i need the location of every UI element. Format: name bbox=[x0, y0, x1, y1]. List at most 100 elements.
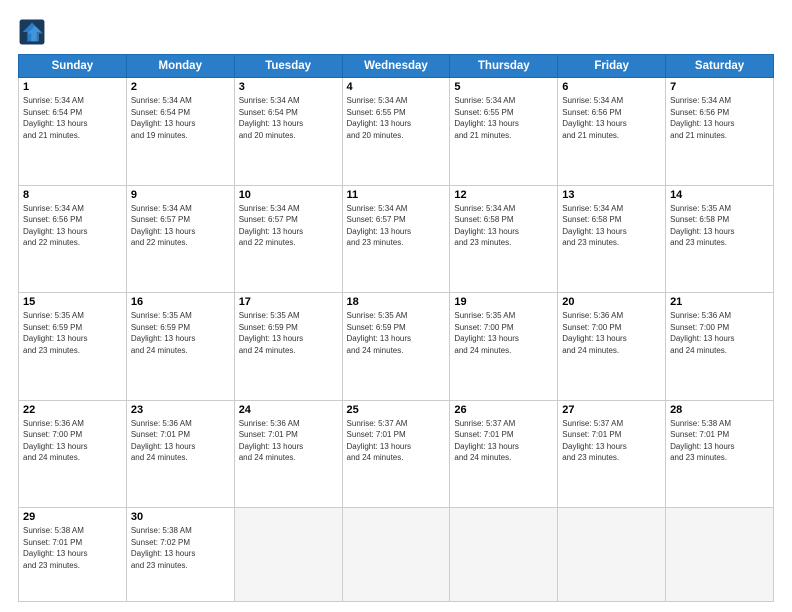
general-blue-logo-icon bbox=[18, 18, 46, 46]
day-info: Sunrise: 5:36 AMSunset: 7:00 PMDaylight:… bbox=[670, 310, 769, 356]
day-info: Sunrise: 5:34 AMSunset: 6:55 PMDaylight:… bbox=[347, 95, 446, 141]
day-info: Sunrise: 5:35 AMSunset: 6:59 PMDaylight:… bbox=[239, 310, 338, 356]
day-number: 1 bbox=[23, 81, 122, 93]
day-of-week-header: Sunday bbox=[19, 55, 127, 78]
calendar-cell: 21 Sunrise: 5:36 AMSunset: 7:00 PMDayligh… bbox=[666, 293, 774, 401]
day-info: Sunrise: 5:34 AMSunset: 6:57 PMDaylight:… bbox=[131, 203, 230, 249]
day-number: 30 bbox=[131, 511, 230, 523]
day-number: 4 bbox=[347, 81, 446, 93]
calendar-cell: 22 Sunrise: 5:36 AMSunset: 7:00 PMDayligh… bbox=[19, 400, 127, 508]
calendar-cell bbox=[666, 508, 774, 602]
day-number: 29 bbox=[23, 511, 122, 523]
day-number: 22 bbox=[23, 404, 122, 416]
day-info: Sunrise: 5:36 AMSunset: 7:00 PMDaylight:… bbox=[23, 418, 122, 464]
calendar-cell: 16 Sunrise: 5:35 AMSunset: 6:59 PMDayligh… bbox=[126, 293, 234, 401]
calendar-week-row: 8 Sunrise: 5:34 AMSunset: 6:56 PMDaylight… bbox=[19, 185, 774, 293]
day-info: Sunrise: 5:35 AMSunset: 6:59 PMDaylight:… bbox=[347, 310, 446, 356]
calendar-cell bbox=[558, 508, 666, 602]
calendar-cell: 9 Sunrise: 5:34 AMSunset: 6:57 PMDaylight… bbox=[126, 185, 234, 293]
day-info: Sunrise: 5:34 AMSunset: 6:54 PMDaylight:… bbox=[239, 95, 338, 141]
day-number: 12 bbox=[454, 189, 553, 201]
day-number: 8 bbox=[23, 189, 122, 201]
day-number: 19 bbox=[454, 296, 553, 308]
calendar-body: 1 Sunrise: 5:34 AMSunset: 6:54 PMDaylight… bbox=[19, 78, 774, 602]
day-info: Sunrise: 5:35 AMSunset: 7:00 PMDaylight:… bbox=[454, 310, 553, 356]
day-info: Sunrise: 5:36 AMSunset: 7:01 PMDaylight:… bbox=[131, 418, 230, 464]
day-number: 15 bbox=[23, 296, 122, 308]
day-number: 11 bbox=[347, 189, 446, 201]
day-of-week-row: SundayMondayTuesdayWednesdayThursdayFrid… bbox=[19, 55, 774, 78]
calendar-cell: 3Sunrise: 5:34 AMSunset: 6:54 PMDaylight… bbox=[234, 78, 342, 186]
day-number: 20 bbox=[562, 296, 661, 308]
calendar-table: SundayMondayTuesdayWednesdayThursdayFrid… bbox=[18, 54, 774, 602]
calendar-cell: 5Sunrise: 5:34 AMSunset: 6:55 PMDaylight… bbox=[450, 78, 558, 186]
calendar-cell: 13Sunrise: 5:34 AMSunset: 6:58 PMDayligh… bbox=[558, 185, 666, 293]
day-number: 16 bbox=[131, 296, 230, 308]
calendar-cell: 23 Sunrise: 5:36 AMSunset: 7:01 PMDayligh… bbox=[126, 400, 234, 508]
day-info: Sunrise: 5:34 AMSunset: 6:56 PMDaylight:… bbox=[562, 95, 661, 141]
calendar-cell: 27Sunrise: 5:37 AMSunset: 7:01 PMDayligh… bbox=[558, 400, 666, 508]
calendar-cell: 15 Sunrise: 5:35 AMSunset: 6:59 PMDayligh… bbox=[19, 293, 127, 401]
day-info: Sunrise: 5:34 AMSunset: 6:57 PMDaylight:… bbox=[347, 203, 446, 249]
day-info: Sunrise: 5:36 AMSunset: 7:01 PMDaylight:… bbox=[239, 418, 338, 464]
calendar-cell: 25Sunrise: 5:37 AMSunset: 7:01 PMDayligh… bbox=[342, 400, 450, 508]
day-info: Sunrise: 5:37 AMSunset: 7:01 PMDaylight:… bbox=[454, 418, 553, 464]
day-info: Sunrise: 5:38 AMSunset: 7:01 PMDaylight:… bbox=[670, 418, 769, 464]
calendar-cell: 2 Sunrise: 5:34 AMSunset: 6:54 PMDaylight… bbox=[126, 78, 234, 186]
day-of-week-header: Friday bbox=[558, 55, 666, 78]
day-of-week-header: Saturday bbox=[666, 55, 774, 78]
day-info: Sunrise: 5:34 AMSunset: 6:58 PMDaylight:… bbox=[454, 203, 553, 249]
day-info: Sunrise: 5:34 AMSunset: 6:56 PMDaylight:… bbox=[670, 95, 769, 141]
day-info: Sunrise: 5:34 AMSunset: 6:54 PMDaylight:… bbox=[23, 95, 122, 141]
day-info: Sunrise: 5:37 AMSunset: 7:01 PMDaylight:… bbox=[562, 418, 661, 464]
calendar-cell bbox=[234, 508, 342, 602]
calendar-cell: 12 Sunrise: 5:34 AMSunset: 6:58 PMDayligh… bbox=[450, 185, 558, 293]
day-number: 6 bbox=[562, 81, 661, 93]
day-number: 14 bbox=[670, 189, 769, 201]
day-number: 13 bbox=[562, 189, 661, 201]
day-info: Sunrise: 5:35 AMSunset: 6:59 PMDaylight:… bbox=[23, 310, 122, 356]
calendar-cell: 28 Sunrise: 5:38 AMSunset: 7:01 PMDayligh… bbox=[666, 400, 774, 508]
day-number: 25 bbox=[347, 404, 446, 416]
day-of-week-header: Wednesday bbox=[342, 55, 450, 78]
day-info: Sunrise: 5:38 AMSunset: 7:01 PMDaylight:… bbox=[23, 525, 122, 571]
day-number: 28 bbox=[670, 404, 769, 416]
calendar-cell: 17 Sunrise: 5:35 AMSunset: 6:59 PMDayligh… bbox=[234, 293, 342, 401]
calendar-week-row: 22 Sunrise: 5:36 AMSunset: 7:00 PMDayligh… bbox=[19, 400, 774, 508]
day-number: 2 bbox=[131, 81, 230, 93]
day-of-week-header: Monday bbox=[126, 55, 234, 78]
calendar-cell: 19 Sunrise: 5:35 AMSunset: 7:00 PMDayligh… bbox=[450, 293, 558, 401]
calendar-cell: 6 Sunrise: 5:34 AMSunset: 6:56 PMDaylight… bbox=[558, 78, 666, 186]
calendar-cell: 18 Sunrise: 5:35 AMSunset: 6:59 PMDayligh… bbox=[342, 293, 450, 401]
calendar-cell: 26Sunrise: 5:37 AMSunset: 7:01 PMDayligh… bbox=[450, 400, 558, 508]
calendar-cell: 10 Sunrise: 5:34 AMSunset: 6:57 PMDayligh… bbox=[234, 185, 342, 293]
calendar-week-row: 1 Sunrise: 5:34 AMSunset: 6:54 PMDaylight… bbox=[19, 78, 774, 186]
calendar-cell: 4 Sunrise: 5:34 AMSunset: 6:55 PMDaylight… bbox=[342, 78, 450, 186]
day-number: 7 bbox=[670, 81, 769, 93]
day-of-week-header: Tuesday bbox=[234, 55, 342, 78]
day-info: Sunrise: 5:34 AMSunset: 6:55 PMDaylight:… bbox=[454, 95, 553, 141]
calendar-week-row: 29 Sunrise: 5:38 AMSunset: 7:01 PMDayligh… bbox=[19, 508, 774, 602]
day-number: 21 bbox=[670, 296, 769, 308]
logo bbox=[18, 18, 50, 46]
calendar-cell bbox=[450, 508, 558, 602]
day-number: 17 bbox=[239, 296, 338, 308]
day-number: 23 bbox=[131, 404, 230, 416]
calendar-cell: 14Sunrise: 5:35 AMSunset: 6:58 PMDayligh… bbox=[666, 185, 774, 293]
calendar-cell: 1 Sunrise: 5:34 AMSunset: 6:54 PMDaylight… bbox=[19, 78, 127, 186]
calendar-cell: 29 Sunrise: 5:38 AMSunset: 7:01 PMDayligh… bbox=[19, 508, 127, 602]
calendar-cell bbox=[342, 508, 450, 602]
day-info: Sunrise: 5:38 AMSunset: 7:02 PMDaylight:… bbox=[131, 525, 230, 571]
calendar-cell: 20 Sunrise: 5:36 AMSunset: 7:00 PMDayligh… bbox=[558, 293, 666, 401]
calendar-cell: 7 Sunrise: 5:34 AMSunset: 6:56 PMDaylight… bbox=[666, 78, 774, 186]
day-info: Sunrise: 5:34 AMSunset: 6:57 PMDaylight:… bbox=[239, 203, 338, 249]
day-info: Sunrise: 5:34 AMSunset: 6:54 PMDaylight:… bbox=[131, 95, 230, 141]
day-number: 9 bbox=[131, 189, 230, 201]
day-number: 10 bbox=[239, 189, 338, 201]
header bbox=[18, 18, 774, 46]
calendar-cell: 30 Sunrise: 5:38 AMSunset: 7:02 PMDayligh… bbox=[126, 508, 234, 602]
day-info: Sunrise: 5:36 AMSunset: 7:00 PMDaylight:… bbox=[562, 310, 661, 356]
day-info: Sunrise: 5:34 AMSunset: 6:56 PMDaylight:… bbox=[23, 203, 122, 249]
day-info: Sunrise: 5:35 AMSunset: 6:59 PMDaylight:… bbox=[131, 310, 230, 356]
day-number: 18 bbox=[347, 296, 446, 308]
